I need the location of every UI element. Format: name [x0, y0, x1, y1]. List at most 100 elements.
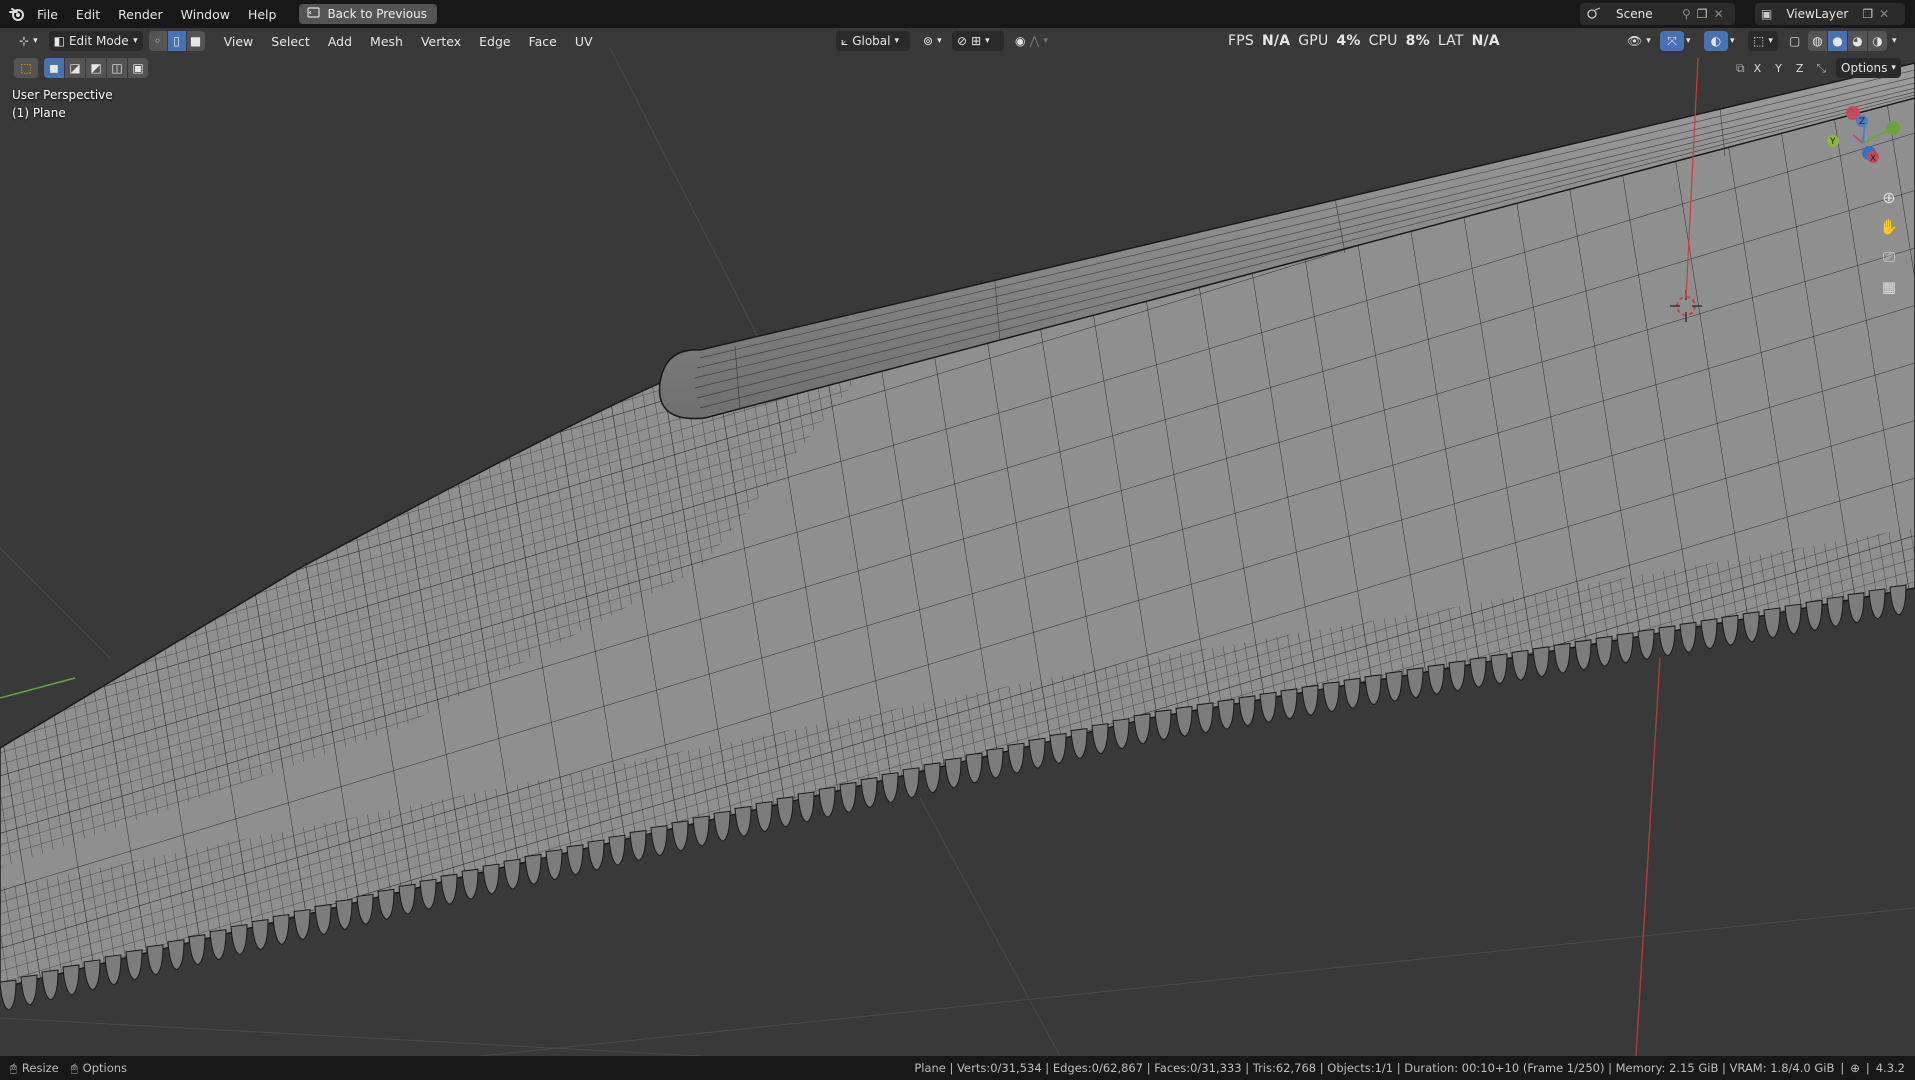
falloff-icon: ⋀ — [1029, 34, 1040, 48]
gizmo-toggle[interactable]: ⤧ — [1660, 31, 1684, 51]
gizmo-icon: ⤧ — [1667, 33, 1677, 48]
menu-mesh[interactable]: Mesh — [361, 31, 412, 52]
gizmo-y-icon[interactable] — [1886, 121, 1900, 135]
new-scene-icon[interactable]: ❐ — [1697, 7, 1708, 21]
overlays-icon: ◐ — [1710, 34, 1722, 48]
tooth — [314, 903, 332, 936]
mirror-x-toggle[interactable]: X — [1749, 60, 1767, 77]
ortho-toggle-button[interactable]: ▦ — [1876, 274, 1902, 300]
back-icon — [307, 7, 321, 21]
remove-view-layer-icon[interactable]: ✕ — [1879, 7, 1889, 21]
solid-shading-icon[interactable]: ● — [1828, 31, 1848, 51]
menu-edge[interactable]: Edge — [470, 31, 519, 52]
view-layer-name: ViewLayer — [1786, 7, 1849, 21]
tooth — [587, 839, 605, 871]
mode-selector[interactable]: ◧ Edit Mode ▾ — [48, 31, 143, 51]
view-layer-selector[interactable]: ▣ ViewLayer ❐ ✕ — [1755, 3, 1905, 25]
tooth — [713, 810, 731, 842]
pin-icon[interactable]: ⚲ — [1682, 7, 1691, 21]
tooth — [860, 777, 878, 809]
mouse-right-icon: 🖱 — [70, 1060, 78, 1075]
chevron-down-icon[interactable]: ▾ — [1686, 36, 1691, 46]
pivot-point-button[interactable]: ⊚ ▾ — [918, 31, 947, 51]
overlays-toggle[interactable]: ◐ — [1704, 31, 1728, 51]
menu-view[interactable]: View — [215, 31, 263, 52]
extend-selection-icon[interactable]: ◪ — [65, 58, 86, 78]
cursor-icon: ⬚ — [20, 61, 32, 75]
tooth — [1133, 713, 1151, 745]
scene-icon — [1586, 7, 1602, 22]
set-selection-icon[interactable]: ◼ — [44, 58, 65, 78]
selection-mode-toggle: ◼ ◪ ◩ ◫ ▣ — [44, 58, 148, 78]
transform-orientation-selector[interactable]: ⟀ Global ▾ — [836, 31, 910, 51]
menu-help[interactable]: Help — [239, 4, 286, 25]
tooth — [839, 781, 857, 813]
tooth — [1868, 588, 1886, 620]
tooth — [335, 898, 353, 930]
wireframe-shading-icon[interactable]: ◍ — [1808, 31, 1828, 51]
intersect-selection-icon[interactable]: ▣ — [128, 58, 148, 78]
eye-icon: 👁 — [1627, 34, 1643, 48]
menu-select[interactable]: Select — [262, 31, 319, 52]
blender-logo-icon[interactable] — [6, 7, 28, 21]
new-view-layer-icon[interactable]: ❐ — [1862, 7, 1873, 21]
tooth — [1196, 702, 1214, 734]
tooth — [881, 772, 899, 804]
tooth — [1595, 635, 1613, 667]
network-icon: ⊕ — [1850, 1061, 1860, 1075]
pan-button[interactable]: ✋ — [1876, 214, 1902, 240]
menu-vertex[interactable]: Vertex — [412, 31, 470, 52]
face-select-icon[interactable]: ■ — [186, 31, 205, 51]
tooth — [923, 762, 941, 794]
3d-viewport[interactable]: ⊹ ▾ ◧ Edit Mode ▾ ◦ ▯ ■ View Select Add M… — [0, 28, 1915, 1056]
snapping-button[interactable]: ⊘ ⊞ ▾ — [952, 31, 1004, 51]
tooth — [1343, 677, 1361, 709]
back-to-previous-button[interactable]: Back to Previous — [299, 4, 437, 24]
vertex-select-icon[interactable]: ◦ — [148, 31, 168, 51]
menu-edit[interactable]: Edit — [67, 4, 109, 25]
mirror-z-toggle[interactable]: Z — [1791, 60, 1809, 77]
tooth — [1826, 595, 1844, 628]
viewport-header: ⊹ ▾ ◧ Edit Mode ▾ ◦ ▯ ■ View Select Add M… — [0, 28, 1915, 54]
options-dropdown[interactable]: Options ▾ — [1836, 58, 1901, 78]
tooth — [1028, 737, 1046, 769]
mesh-edit-overlays[interactable]: ⬚ ▾ — [1748, 31, 1778, 51]
tooth — [1091, 723, 1109, 755]
xray-toggle[interactable]: ▢ — [1784, 31, 1805, 51]
proportional-editing-button[interactable]: ◉ ⋀ ▾ — [1010, 31, 1062, 51]
subtract-selection-icon[interactable]: ◩ — [86, 58, 107, 78]
rendered-shading-icon[interactable]: ◑ — [1868, 31, 1887, 51]
mirror-y-toggle[interactable]: Y — [1770, 60, 1787, 77]
chevron-down-icon: ▾ — [894, 36, 900, 46]
x-axis-line — [1635, 657, 1661, 1056]
chevron-down-icon[interactable]: ▾ — [1730, 36, 1735, 46]
tooth — [209, 929, 227, 961]
zoom-button[interactable]: ⊕ — [1876, 184, 1902, 210]
menu-file[interactable]: File — [28, 4, 67, 25]
edge-select-icon[interactable]: ▯ — [167, 31, 187, 51]
menu-face[interactable]: Face — [520, 31, 566, 52]
editor-type-button[interactable]: ⊹ ▾ — [14, 31, 43, 51]
pivot-icon: ⊚ — [923, 34, 934, 48]
remove-scene-icon[interactable]: ✕ — [1714, 7, 1724, 21]
chevron-down-icon: ▾ — [133, 36, 138, 46]
menu-render[interactable]: Render — [109, 4, 172, 25]
mouse-left-icon: 🖱 — [10, 1060, 17, 1075]
material-shading-icon[interactable]: ◕ — [1848, 31, 1868, 51]
cpu-value: 8% — [1405, 33, 1430, 49]
menu-uv[interactable]: UV — [566, 31, 602, 52]
menu-window[interactable]: Window — [172, 4, 239, 25]
camera-view-button[interactable]: ⎚ — [1876, 244, 1902, 270]
chevron-down-icon[interactable]: ▾ — [1892, 36, 1897, 46]
scene-selector[interactable]: Scene ⚲ ❐ ✕ — [1580, 3, 1735, 25]
select-tool-button[interactable]: ⬚ — [14, 58, 38, 78]
tool-options-row: ⬚ ◼ ◪ ◩ ◫ ▣ — [14, 58, 148, 78]
menu-add[interactable]: Add — [319, 31, 361, 52]
auto-merge-icon[interactable]: ⤡ — [1816, 61, 1826, 76]
visibility-button[interactable]: 👁 ▾ — [1622, 31, 1656, 51]
tooth — [398, 883, 416, 915]
tooth — [188, 934, 206, 966]
invert-selection-icon[interactable]: ◫ — [107, 58, 128, 78]
navigation-gizmo[interactable]: X Y Z — [1815, 93, 1915, 193]
tooth — [1049, 732, 1067, 765]
